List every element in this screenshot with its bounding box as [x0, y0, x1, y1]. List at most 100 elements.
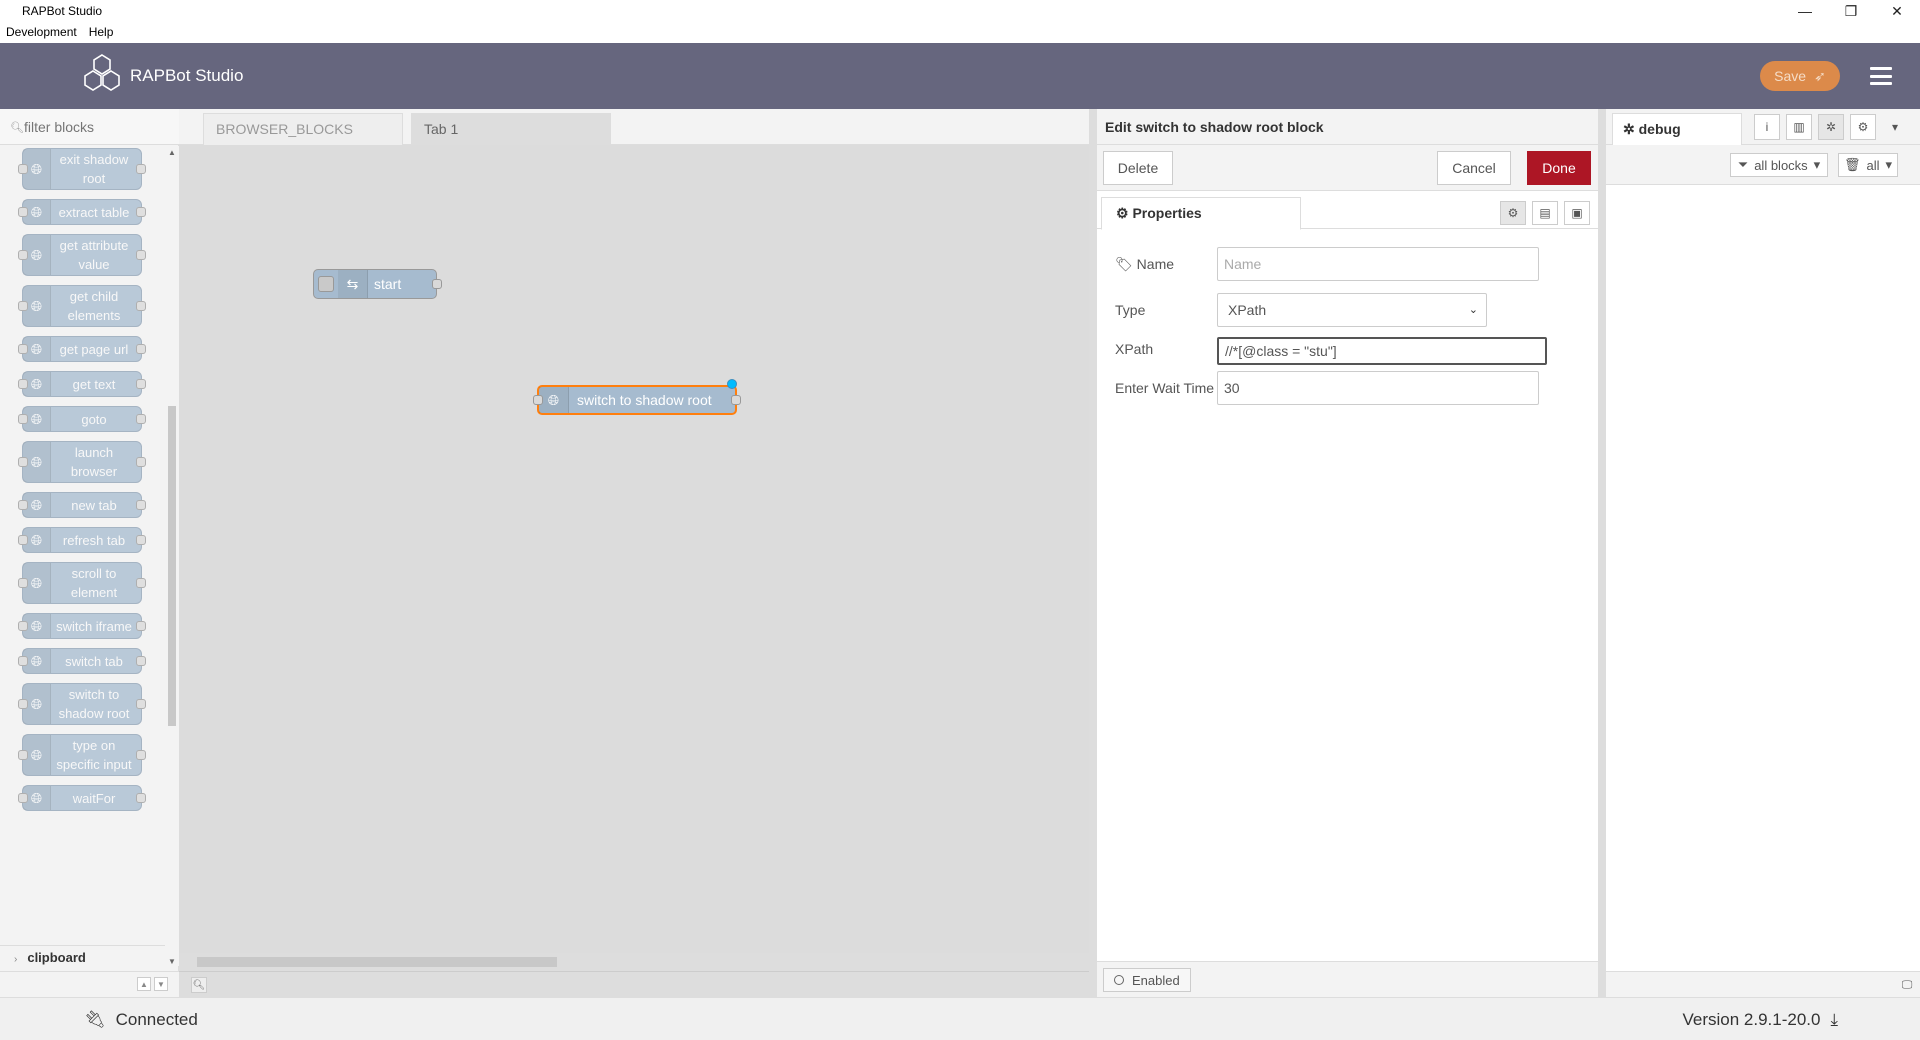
download-icon[interactable]: ⤓ — [1830, 1010, 1838, 1030]
palette-node[interactable]: 🌐︎ new tab — [18, 492, 146, 518]
xpath-label: XPath — [1115, 341, 1154, 357]
connection-status: 🔌︎ Connected — [84, 1010, 198, 1029]
save-button[interactable]: Save ➶ — [1760, 61, 1840, 91]
gear-icon: ⚙ — [1116, 205, 1129, 221]
block-palette: 🔍︎ 🌐︎exit shadow root 🌐︎extract table 🌐︎… — [0, 109, 179, 997]
palette-node[interactable]: 🌐︎ refresh tab — [18, 527, 146, 553]
wait-time-label: Enter Wait Time — [1115, 380, 1215, 396]
book-icon[interactable]: ▥ — [1786, 114, 1812, 140]
filter-icon: ⏷ — [1737, 157, 1749, 172]
palette-node[interactable]: 🌐︎ extract table — [18, 199, 146, 225]
node-start[interactable]: ⇆ start — [313, 269, 442, 299]
menu-development[interactable]: Development — [6, 22, 77, 43]
close-icon[interactable]: ✕ — [1874, 0, 1920, 22]
circle-icon — [1114, 975, 1124, 985]
sidebar-tabs: ✲ debug i ▥ ✲ ⚙ ▾ — [1606, 109, 1920, 146]
scroll-up-icon[interactable]: ▲ — [168, 148, 176, 157]
sidebar: ✲ debug i ▥ ✲ ⚙ ▾ ⏷ all blocks ▾ 🗑︎ all … — [1598, 109, 1920, 997]
field-type: Type XPath ⌄ — [1115, 293, 1575, 327]
type-label: Type — [1115, 302, 1146, 318]
flow-canvas[interactable]: ⇆ start 🌐︎ switch to shadow root — [179, 145, 1089, 953]
palette-node[interactable]: 🌐︎ type on specific input — [18, 734, 146, 776]
scroll-down-icon[interactable]: ▼ — [168, 957, 176, 966]
palette-filter: 🔍︎ — [0, 109, 179, 145]
canvas-scrollbar[interactable] — [179, 953, 1089, 971]
xpath-input[interactable] — [1217, 337, 1547, 365]
node-switch-to-shadow-root[interactable]: 🌐︎ switch to shadow root — [533, 379, 741, 415]
palette-node[interactable]: 🌐︎ get text — [18, 371, 146, 397]
palette-node[interactable]: 🌐︎ switch tab — [18, 648, 146, 674]
chevron-right-icon: › — [14, 954, 18, 965]
trash-icon: 🗑︎ — [1843, 157, 1861, 172]
arrow-icon: ⇆ — [338, 270, 368, 298]
window-titlebar: RAPBot Studio — ❐ ✕ — [0, 0, 1920, 22]
palette-category-clipboard[interactable]: › clipboard — [0, 945, 165, 969]
filter-all-blocks-button[interactable]: ⏷ all blocks ▾ — [1730, 153, 1828, 177]
field-name: 🏷︎ Name — [1115, 247, 1575, 281]
palette-node[interactable]: 🌐︎ switch to shadow root — [18, 683, 146, 725]
palette-node[interactable]: 🌐︎ scroll to element — [18, 562, 146, 604]
window-controls: — ❐ ✕ — [1782, 0, 1920, 22]
palette-node[interactable]: 🌐︎ switch iframe — [18, 613, 146, 639]
changed-indicator — [727, 379, 737, 389]
version-info: Version 2.9.1-20.0 ⤓ — [1682, 1010, 1839, 1030]
info-icon[interactable]: i — [1754, 114, 1780, 140]
tab-tab-1[interactable]: Tab 1 — [411, 113, 611, 145]
main-menu-icon[interactable] — [1870, 67, 1892, 85]
filter-blocks-input[interactable] — [8, 117, 173, 137]
zoom-search-icon[interactable]: 🔍︎ — [191, 977, 207, 993]
palette-node[interactable]: 🌐︎ goto — [18, 406, 146, 432]
palette-node[interactable]: 🌐︎ get child elements — [18, 285, 146, 327]
wait-time-input[interactable] — [1217, 371, 1539, 405]
caret-down-icon: ▾ — [1885, 157, 1893, 172]
status-bar: 🔌︎ Connected Version 2.9.1-20.0 ⤓ — [0, 997, 1920, 1040]
minimize-icon[interactable]: — — [1782, 0, 1828, 22]
expand-all-icon[interactable]: ▼ — [154, 977, 168, 991]
palette-scroll-thumb[interactable] — [168, 406, 176, 726]
tray-title: Edit switch to shadow root block — [1097, 109, 1598, 145]
type-select[interactable]: XPath ⌄ — [1217, 293, 1487, 327]
bug-tab-icon[interactable]: ✲ — [1818, 114, 1844, 140]
menu-help[interactable]: Help — [89, 22, 114, 43]
app-logo-icon — [84, 54, 120, 91]
palette-node[interactable]: 🌐︎ get attribute value — [18, 234, 146, 276]
menubar: Development Help — [0, 22, 1920, 43]
name-input[interactable] — [1217, 247, 1539, 281]
tab-properties[interactable]: ⚙ Properties — [1101, 197, 1301, 230]
chevron-down-icon[interactable]: ▾ — [1882, 114, 1908, 140]
description-icon[interactable]: ▤ — [1532, 201, 1558, 225]
appearance-icon[interactable]: ▣ — [1564, 201, 1590, 225]
enabled-toggle[interactable]: Enabled — [1103, 968, 1191, 992]
window-title: RAPBot Studio — [22, 4, 103, 18]
palette-node[interactable]: 🌐︎ exit shadow root — [18, 148, 146, 190]
name-label: 🏷︎ Name — [1115, 256, 1175, 272]
caret-down-icon: ▾ — [1813, 157, 1821, 172]
done-button[interactable]: Done — [1527, 151, 1591, 185]
cancel-button[interactable]: Cancel — [1437, 151, 1511, 185]
palette-node[interactable]: 🌐︎ get page url — [18, 336, 146, 362]
palette-scrollbar[interactable]: ▲ ▼ — [165, 146, 179, 966]
collapse-all-icon[interactable]: ▲ — [137, 977, 151, 991]
save-label: Save — [1774, 68, 1807, 84]
properties-tabbar: ⚙ Properties ⚙ ▤ ▣ — [1097, 197, 1598, 230]
tab-debug[interactable]: ✲ debug — [1612, 113, 1742, 146]
bug-icon: ✲ — [1623, 121, 1635, 137]
palette-footer: ▲ ▼ — [0, 971, 179, 997]
tab-browser-blocks[interactable]: BROWSER_BLOCKS — [203, 113, 403, 145]
palette-node[interactable]: 🌐︎ launch browser — [18, 441, 146, 483]
delete-button[interactable]: Delete — [1103, 151, 1173, 185]
clear-all-button[interactable]: 🗑︎ all ▾ — [1838, 153, 1898, 177]
globe-icon: 🌐︎ — [539, 387, 569, 413]
workspace-tabs: BROWSER_BLOCKS Tab 1 — [179, 109, 1089, 145]
tray-toolbar: Delete Cancel Done — [1097, 145, 1598, 191]
monitor-icon[interactable]: 🖵︎ — [1898, 976, 1916, 994]
restore-icon[interactable]: ❐ — [1828, 0, 1874, 22]
field-wait-time: Enter Wait Time — [1115, 369, 1575, 405]
palette-node[interactable]: 🌐︎ waitFor — [18, 785, 146, 811]
edit-tray: Edit switch to shadow root block Delete … — [1089, 109, 1598, 997]
app-header: RAPBot Studio Save ➶ — [0, 43, 1920, 109]
settings-gear-icon[interactable]: ⚙ — [1500, 201, 1526, 225]
gear-icon[interactable]: ⚙ — [1850, 114, 1876, 140]
inject-button-icon[interactable] — [318, 276, 334, 292]
palette-list: 🌐︎ exit shadow root 🌐︎ extract table 🌐︎ get… — [0, 146, 165, 916]
